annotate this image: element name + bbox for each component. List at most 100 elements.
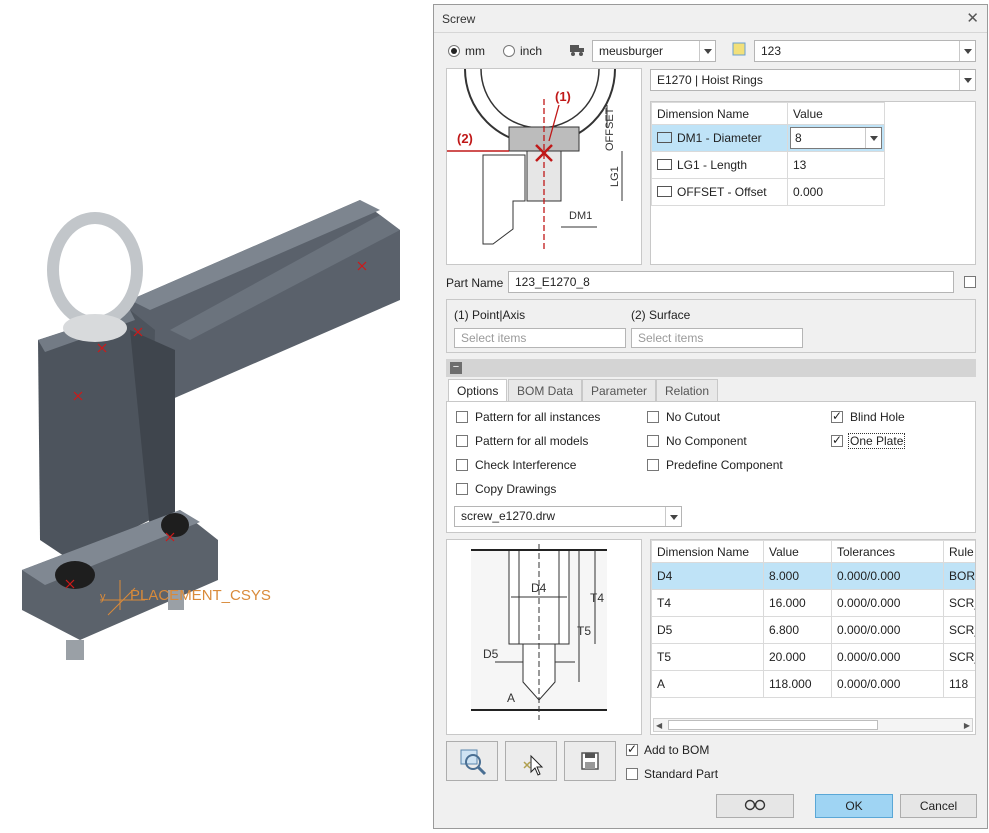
chevron-down-icon[interactable] — [959, 41, 975, 61]
one-plate-label: One Plate — [848, 433, 906, 449]
pattern-instances-checkbox[interactable] — [456, 411, 468, 423]
hole-rule[interactable]: SCR_T — [943, 589, 975, 617]
hole-value[interactable]: 20.000 — [763, 643, 832, 671]
cancel-button[interactable]: Cancel — [900, 794, 977, 818]
placement-icon — [523, 754, 544, 776]
axis-y-label: y — [100, 591, 106, 603]
placement-button[interactable] — [505, 741, 557, 781]
save-button[interactable] — [564, 741, 616, 781]
inch-radio[interactable] — [503, 45, 515, 57]
tab-bom-data[interactable]: BOM Data — [508, 379, 583, 401]
hole-rule[interactable]: SCR_C — [943, 616, 975, 644]
tab-relation[interactable]: Relation — [656, 379, 719, 401]
options-collapse-bar[interactable]: − — [446, 359, 976, 377]
scrollbar-thumb[interactable] — [668, 720, 878, 730]
blind-hole-checkbox[interactable] — [831, 409, 843, 423]
a-label: A — [507, 691, 515, 705]
hole-value[interactable]: 16.000 — [763, 589, 832, 617]
part-name-input[interactable]: 123_E1270_8 — [508, 271, 954, 293]
dimension-value[interactable]: 0.000 — [787, 178, 885, 206]
supplier-select[interactable]: meusburger — [592, 40, 716, 62]
catalog-value: 123 — [761, 44, 782, 58]
chevron-down-icon[interactable] — [865, 128, 881, 148]
table-row[interactable]: OFFSET - Offset 0.000 — [651, 178, 885, 206]
hole-tolerance[interactable]: 0.000/0.000 — [831, 616, 944, 644]
no-component-checkbox[interactable] — [647, 435, 659, 447]
catalog-icon — [732, 42, 746, 56]
dimension-value-header: Value — [787, 102, 885, 125]
pattern-instances-label: Pattern for all instances — [475, 410, 601, 424]
ok-button[interactable]: OK — [815, 794, 893, 818]
standard-part-checkbox[interactable] — [626, 768, 638, 780]
hole-name: T4 — [651, 589, 764, 617]
check-interference-checkbox[interactable] — [456, 459, 468, 471]
hole-tolerance[interactable]: 0.000/0.000 — [831, 643, 944, 671]
pattern-models-checkbox[interactable] — [456, 435, 468, 447]
mm-radio[interactable] — [448, 45, 460, 57]
screw-schematic: (1) (2) OFFSET LG1 DM1 — [446, 68, 642, 265]
chevron-down-icon[interactable] — [665, 507, 681, 526]
supplier-value: meusburger — [599, 44, 664, 58]
hole-value[interactable]: 6.800 — [763, 616, 832, 644]
table-row[interactable]: T5 20.000 0.000/0.000 SCR_C — [651, 643, 975, 671]
3d-viewport[interactable]: y PLACEMENT_CSYS — [0, 0, 432, 830]
dimension-name-header: Dimension Name — [651, 102, 788, 125]
offset-dimension-icon — [657, 186, 672, 197]
add-to-bom-checkbox[interactable] — [626, 742, 638, 756]
close-icon[interactable]: ✕ — [966, 9, 979, 27]
supplier-truck-icon — [570, 45, 584, 56]
hole-name: A — [651, 670, 764, 698]
no-cutout-checkbox[interactable] — [647, 411, 659, 423]
tab-options[interactable]: Options — [448, 379, 508, 402]
table-row[interactable]: T4 16.000 0.000/0.000 SCR_T — [651, 589, 975, 617]
hole-value[interactable]: 8.000 — [763, 562, 832, 590]
catalog-select[interactable]: 123 — [754, 40, 976, 62]
dimension-value[interactable]: 13 — [787, 151, 885, 179]
dm1-value-select[interactable]: 8 — [790, 127, 882, 149]
table-row[interactable]: D5 6.800 0.000/0.000 SCR_C — [651, 616, 975, 644]
hole-tolerance-header: Tolerances — [831, 540, 944, 563]
table-row[interactable]: DM1 - Diameter 8 — [651, 124, 885, 152]
dialog-title: Screw — [442, 12, 476, 26]
references-group: (1) Point|Axis (2) Surface Select items … — [446, 299, 976, 353]
hole-rule[interactable]: SCR_C — [943, 643, 975, 671]
hole-tolerance[interactable]: 0.000/0.000 — [831, 670, 944, 698]
horizontal-scrollbar[interactable]: ◀ ▶ — [653, 718, 973, 732]
t5-label: T5 — [577, 624, 591, 638]
save-icon — [581, 752, 599, 770]
chevron-down-icon[interactable] — [699, 41, 715, 61]
scroll-left-icon[interactable]: ◀ — [656, 721, 662, 730]
inspect-button[interactable] — [716, 794, 794, 818]
drawing-select[interactable]: screw_e1270.drw — [454, 506, 682, 527]
table-row[interactable]: LG1 - Length 13 — [651, 151, 885, 179]
preview-icon — [460, 749, 487, 776]
part-name-checkbox[interactable] — [964, 276, 976, 288]
chevron-down-icon[interactable] — [959, 70, 975, 90]
predefine-component-checkbox[interactable] — [647, 459, 659, 471]
title-bar: Screw ✕ — [434, 5, 987, 33]
point-axis-input[interactable]: Select items — [454, 328, 626, 348]
lg1-label: LG1 — [609, 166, 621, 187]
tab-parameter[interactable]: Parameter — [582, 379, 657, 401]
hole-rule[interactable]: 118 — [943, 670, 975, 698]
one-plate-checkbox[interactable] — [831, 433, 843, 447]
d5-label: D5 — [483, 647, 499, 661]
preview-button[interactable] — [446, 741, 498, 781]
hole-name: D4 — [651, 562, 764, 590]
hole-name: D5 — [651, 616, 764, 644]
collapse-icon[interactable]: − — [450, 362, 462, 374]
hole-rule[interactable]: BORE_ — [943, 562, 975, 590]
copy-drawings-checkbox[interactable] — [456, 483, 468, 495]
hole-tolerance[interactable]: 0.000/0.000 — [831, 562, 944, 590]
product-select[interactable]: E1270 | Hoist Rings — [650, 69, 976, 91]
surface-input[interactable]: Select items — [631, 328, 803, 348]
predefine-component-label: Predefine Component — [666, 458, 783, 472]
table-row[interactable]: A 118.000 0.000/0.000 118 — [651, 670, 975, 698]
hole-tolerance[interactable]: 0.000/0.000 — [831, 589, 944, 617]
offset-label: OFFSET — [604, 107, 616, 151]
hole-name-header: Dimension Name — [651, 540, 764, 563]
scroll-right-icon[interactable]: ▶ — [964, 721, 970, 730]
hole-value[interactable]: 118.000 — [763, 670, 832, 698]
hole-schematic: D4 T4 T5 D5 A — [446, 539, 642, 735]
table-row[interactable]: D4 8.000 0.000/0.000 BORE_ — [651, 562, 975, 590]
